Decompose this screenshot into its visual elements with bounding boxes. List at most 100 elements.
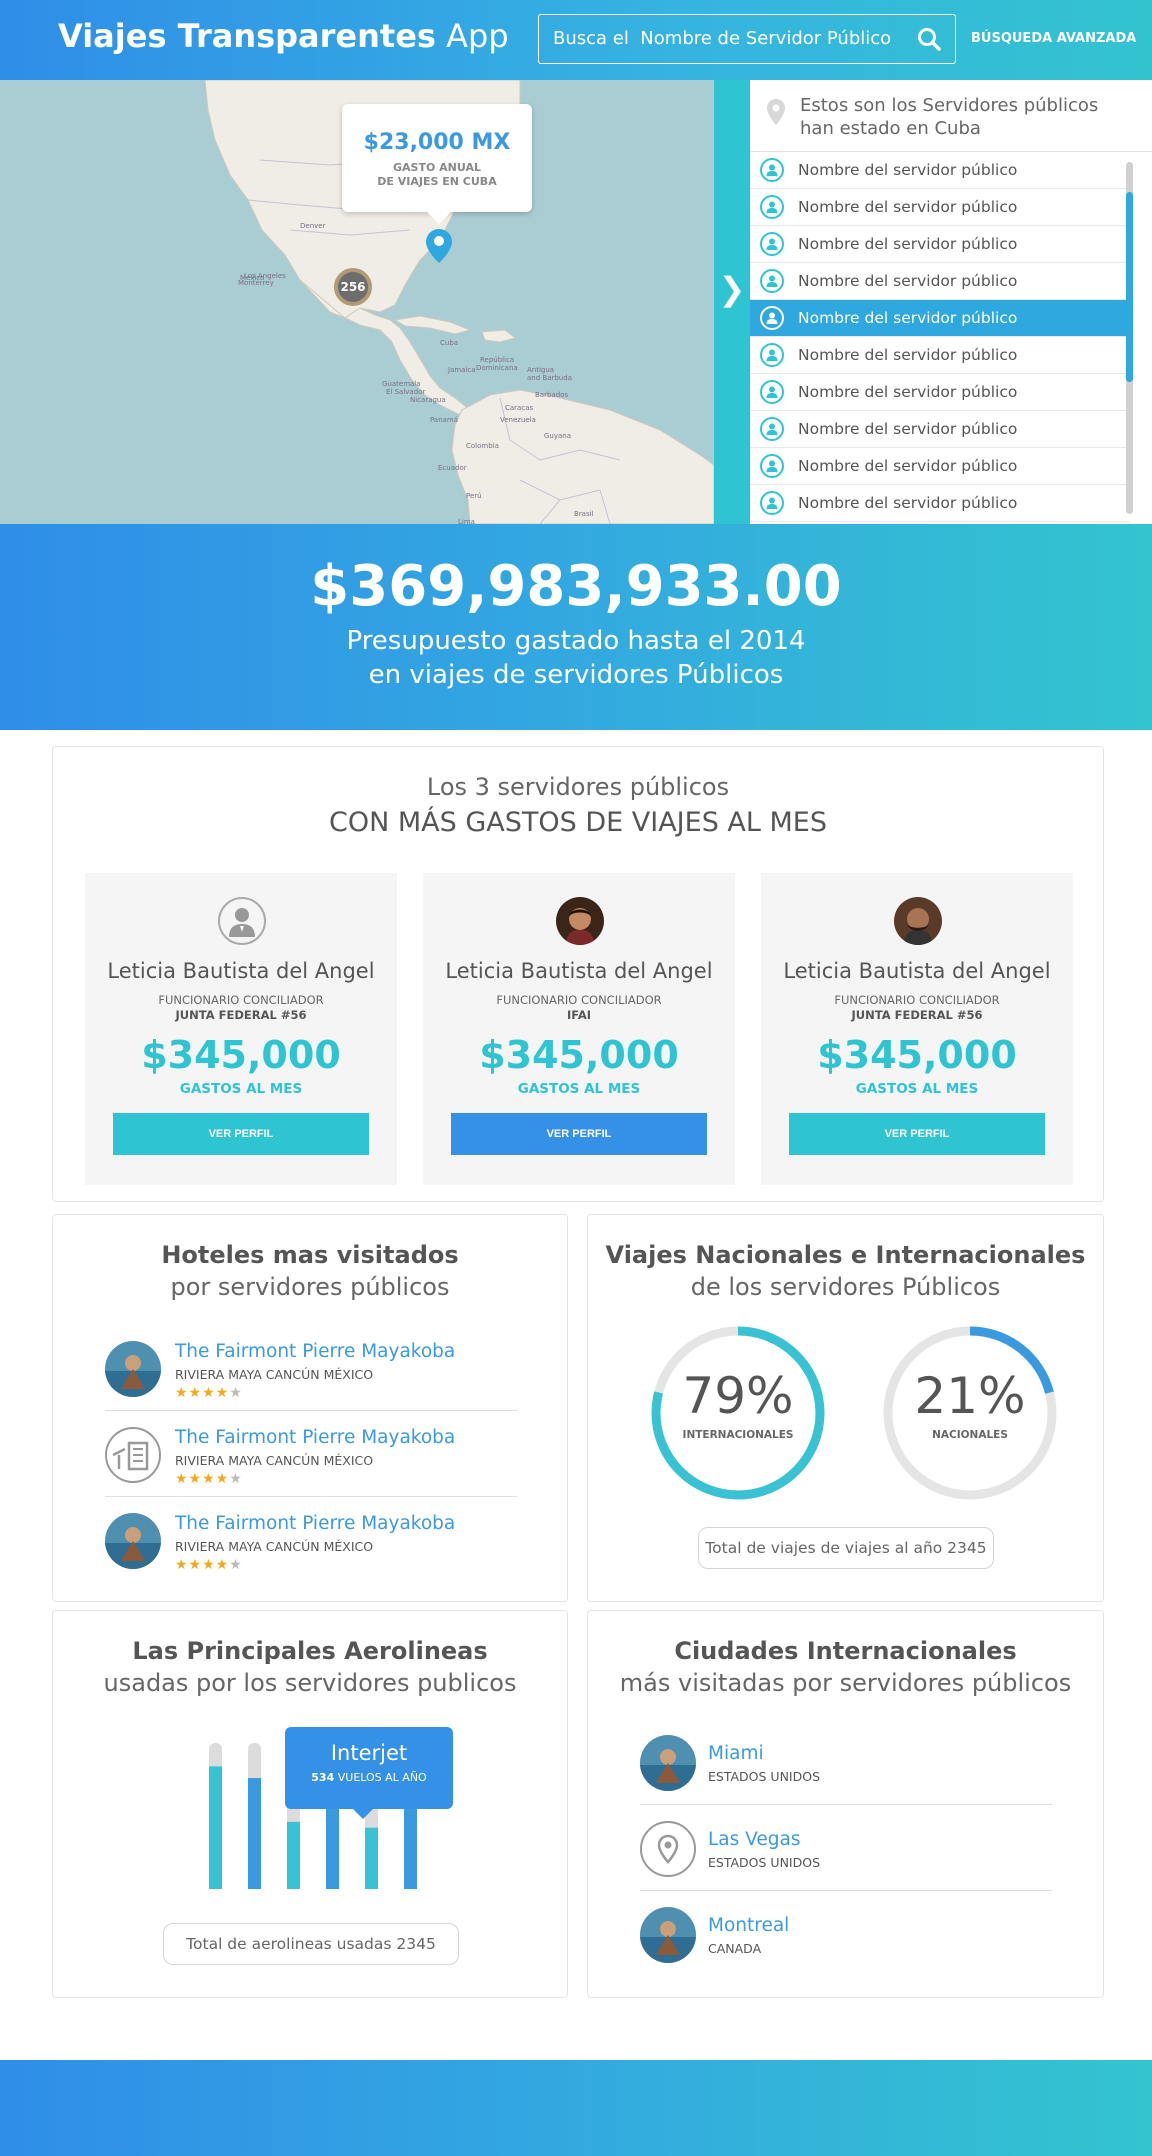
- svg-text:and Barbuda: and Barbuda: [527, 374, 572, 382]
- bubble-value: $23,000 MX: [363, 130, 511, 155]
- server-list-item[interactable]: Nombre del servidor público: [750, 411, 1130, 448]
- airline-bar[interactable]: [287, 1821, 300, 1889]
- national-value: 21%: [914, 1367, 1026, 1425]
- chevron-right-icon[interactable]: ❯: [714, 270, 750, 308]
- svg-text:Cuba: Cuba: [440, 339, 458, 347]
- hotel-name[interactable]: The Fairmont Pierre Mayakoba: [175, 1341, 455, 1362]
- view-profile-button[interactable]: VER PERFIL: [113, 1113, 369, 1155]
- hotel-location: RIVIERA MAYA CANCÚN MÉXICO: [175, 1453, 374, 1468]
- user-icon: [760, 158, 784, 182]
- user-icon: [760, 380, 784, 404]
- airlines-subtitle: usadas por los servidores publicos: [103, 1669, 517, 1697]
- search-button[interactable]: [903, 15, 955, 62]
- server-name: Nombre del servidor público: [798, 198, 1018, 216]
- airline-bar[interactable]: [326, 1807, 339, 1889]
- svg-text:Los Angeles: Los Angeles: [244, 272, 286, 280]
- avatar: [894, 897, 942, 945]
- travels-title: Viajes Nacionales e Internacionales: [605, 1241, 1086, 1269]
- view-profile-button[interactable]: VER PERFIL: [451, 1113, 707, 1155]
- server-amount-label: GASTOS AL MES: [517, 1081, 641, 1097]
- advanced-search-link[interactable]: BÚSQUEDA AVANZADA: [971, 31, 1136, 46]
- search-input[interactable]: [539, 15, 899, 62]
- hotels-subtitle: por servidores públicos: [170, 1273, 450, 1301]
- map-cluster-marker[interactable]: 256: [334, 268, 372, 306]
- airlines-total: Total de aerolineas usadas 2345: [163, 1923, 459, 1965]
- server-org: IFAI: [567, 1008, 591, 1022]
- travels-total: Total de viajes de viajes al año 2345: [698, 1527, 994, 1569]
- server-list-item[interactable]: Nombre del servidor público: [750, 448, 1130, 485]
- top-servers-card: Los 3 servidores públicos CON MÁS GASTOS…: [52, 746, 1104, 1202]
- svg-text:Dominicana: Dominicana: [476, 364, 518, 372]
- top-header: Viajes Transparentes App BÚSQUEDA AVANZA…: [0, 0, 1152, 80]
- hotels-title: Hoteles mas visitados: [161, 1241, 459, 1269]
- server-name: Nombre del servidor público: [798, 272, 1018, 290]
- airline-bar[interactable]: [248, 1778, 261, 1889]
- map[interactable]: Monterrey Mexico Guatemala El Salvador N…: [0, 80, 714, 524]
- city-country: CANADA: [708, 1941, 762, 1956]
- view-profile-button[interactable]: VER PERFIL: [789, 1113, 1045, 1155]
- city-country: ESTADOS UNIDOS: [708, 1855, 821, 1870]
- star-rating: ★★★★★: [175, 1385, 243, 1401]
- star-rating: ★★★★★: [175, 1557, 243, 1573]
- city-name[interactable]: Miami: [708, 1743, 764, 1764]
- svg-text:Barbados: Barbados: [535, 391, 568, 399]
- server-name: Nombre del servidor público: [798, 420, 1018, 438]
- svg-text:Denver: Denver: [300, 222, 326, 230]
- server-name: Nombre del servidor público: [798, 494, 1018, 512]
- server-list-item[interactable]: Nombre del servidor público: [750, 337, 1130, 374]
- hotel-name[interactable]: The Fairmont Pierre Mayakoba: [175, 1427, 455, 1448]
- svg-text:República: República: [480, 356, 514, 364]
- server-name: Nombre del servidor público: [798, 457, 1018, 475]
- national-donut: 21% NACIONALES: [880, 1323, 1060, 1503]
- hotel-name[interactable]: The Fairmont Pierre Mayakoba: [175, 1513, 455, 1534]
- city-list-item[interactable]: Las Vegas ESTADOS UNIDOS: [640, 1805, 1052, 1891]
- airlines-title: Las Principales Aerolineas: [132, 1637, 488, 1665]
- server-list-item[interactable]: Nombre del servidor público: [750, 374, 1130, 411]
- server-org: JUNTA FEDERAL #56: [175, 1008, 307, 1022]
- page-footer: [0, 2060, 1152, 2156]
- city-photo: [640, 1735, 696, 1791]
- international-label: INTERNACIONALES: [682, 1429, 794, 1441]
- hotel-list-item[interactable]: The Fairmont Pierre Mayakoba RIVIERA MAY…: [105, 1497, 517, 1583]
- server-list-item[interactable]: Nombre del servidor público: [750, 152, 1130, 189]
- server-name: Leticia Bautista del Angel: [445, 959, 713, 983]
- airline-bar[interactable]: [365, 1827, 378, 1889]
- national-label: NACIONALES: [932, 1429, 1008, 1441]
- top-servers-subtitle: CON MÁS GASTOS DE VIAJES AL MES: [328, 807, 828, 838]
- city-name[interactable]: Las Vegas: [708, 1829, 800, 1850]
- map-pin-icon[interactable]: [425, 228, 453, 268]
- city-name[interactable]: Montreal: [708, 1915, 789, 1936]
- user-icon: [760, 454, 784, 478]
- server-list-item-selected[interactable]: Nombre del servidor público: [750, 300, 1130, 337]
- top-servers-title: Los 3 servidores públicos: [426, 773, 730, 801]
- server-list-item[interactable]: Nombre del servidor público: [750, 189, 1130, 226]
- servers-list-header: Estos son los Servidores públicos han es…: [750, 80, 1152, 152]
- app-brand[interactable]: Viajes Transparentes App: [58, 17, 509, 55]
- airline-bar[interactable]: [209, 1766, 222, 1889]
- server-profile-card: Leticia Bautista del Angel FUNCIONARIO C…: [423, 873, 735, 1185]
- hotel-photo: [105, 1513, 161, 1569]
- map-toggle-strip[interactable]: ❯: [714, 80, 750, 524]
- svg-text:Antigua: Antigua: [527, 366, 554, 374]
- city-list-item[interactable]: Montreal CANADA: [640, 1891, 1052, 1977]
- user-icon: [760, 491, 784, 515]
- svg-text:Colombia: Colombia: [466, 442, 499, 450]
- hotel-list-item[interactable]: The Fairmont Pierre Mayakoba RIVIERA MAY…: [105, 1325, 517, 1411]
- list-scrollbar-thumb[interactable]: [1126, 192, 1133, 382]
- user-icon: [760, 232, 784, 256]
- location-pin-icon: [767, 99, 785, 125]
- svg-text:Venezuela: Venezuela: [500, 416, 536, 424]
- tooltip-detail: 534 VUELOS AL AÑO: [285, 1771, 453, 1784]
- city-list-item[interactable]: Miami ESTADOS UNIDOS: [640, 1719, 1052, 1805]
- map-info-bubble[interactable]: $23,000 MX GASTO ANUAL DE VIAJES EN CUBA: [342, 104, 532, 224]
- cities-subtitle: más visitadas por servidores públicos: [619, 1669, 1072, 1697]
- hotel-list-item[interactable]: The Fairmont Pierre Mayakoba RIVIERA MAY…: [105, 1411, 517, 1497]
- svg-text:El Salvador: El Salvador: [386, 388, 425, 396]
- server-list-item[interactable]: Nombre del servidor público: [750, 226, 1130, 263]
- server-list-item[interactable]: Nombre del servidor público: [750, 485, 1130, 522]
- server-list-item[interactable]: Nombre del servidor público: [750, 263, 1130, 300]
- search-icon: [918, 27, 941, 51]
- search-box: [538, 14, 956, 64]
- airline-bar[interactable]: [404, 1807, 417, 1889]
- server-name: Nombre del servidor público: [798, 383, 1018, 401]
